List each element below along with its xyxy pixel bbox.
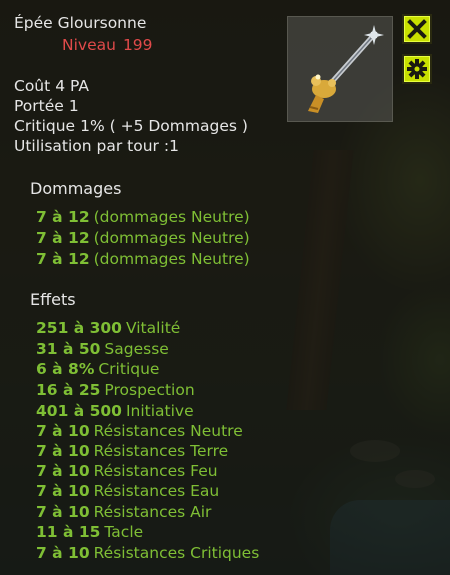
effects-section-title: Effets (30, 290, 76, 309)
damage-line: 7 à 12 (dommages Neutre) (36, 249, 250, 269)
effect-label: Sagesse (104, 340, 169, 358)
effect-value: 6 à 8% (36, 360, 95, 378)
effect-line: 251 à 300 Vitalité (36, 318, 180, 338)
effect-value: 11 à 15 (36, 523, 101, 541)
close-button[interactable] (402, 14, 432, 44)
effect-label: Critique (98, 360, 160, 378)
critical-label: Critique (14, 117, 76, 135)
item-stats: Coût 4 PA Portée 1 Critique 1% ( +5 Dommage… (14, 76, 248, 156)
item-image-box (287, 16, 393, 122)
effect-line: 7 à 10 Résistances Terre (36, 441, 228, 461)
uses-label: Utilisation par tour : (14, 137, 170, 155)
item-name: Épée Gloursonne (14, 14, 147, 32)
level-value: 199 (122, 36, 153, 54)
damage-label: (dommages Neutre) (93, 229, 250, 247)
damage-line: 7 à 12 (dommages Neutre) (36, 228, 250, 248)
effect-line: 11 à 15 Tacle (36, 522, 143, 542)
sword-icon (308, 25, 384, 113)
effect-label: Prospection (104, 381, 195, 399)
gear-icon (407, 59, 427, 79)
cost-value: 4 PA (55, 77, 89, 95)
range-value: 1 (68, 97, 79, 115)
damage-label: (dommages Neutre) (93, 250, 250, 268)
range-row: Portée 1 (14, 96, 248, 116)
effect-line: 7 à 10 Résistances Critiques (36, 543, 259, 563)
uses-value: 1 (169, 137, 179, 155)
effect-line: 7 à 10 Résistances Neutre (36, 421, 243, 441)
item-tooltip-window: Épée Gloursonne Niveau 199 Coût 4 PA Por… (0, 0, 450, 575)
close-icon (407, 19, 427, 39)
effect-label: Résistances Terre (93, 442, 229, 460)
effect-line: 31 à 50 Sagesse (36, 339, 169, 359)
effect-label: Résistances Air (93, 503, 212, 521)
effect-value: 7 à 10 (36, 503, 90, 521)
cost-label: Coût (14, 77, 51, 95)
effect-label: Résistances Neutre (93, 422, 243, 440)
effect-label: Initiative (125, 402, 194, 420)
effect-value: 7 à 10 (36, 482, 90, 500)
effect-line: 7 à 10 Résistances Feu (36, 461, 218, 481)
effect-value: 31 à 50 (36, 340, 101, 358)
uses-per-turn-row: Utilisation par tour :1 (14, 136, 248, 156)
damage-value: 7 à 12 (36, 229, 90, 247)
range-label: Portée (14, 97, 64, 115)
effect-value: 16 à 25 (36, 381, 101, 399)
effect-value: 7 à 10 (36, 462, 90, 480)
effect-value: 401 à 500 (36, 402, 122, 420)
level-label: Niveau (62, 36, 116, 54)
effect-label: Tacle (104, 523, 144, 541)
cost-row: Coût 4 PA (14, 76, 248, 96)
effect-line: 401 à 500 Initiative (36, 401, 194, 421)
damage-value: 7 à 12 (36, 250, 90, 268)
damage-value: 7 à 12 (36, 208, 90, 226)
effect-value: 251 à 300 (36, 319, 122, 337)
damage-line: 7 à 12 (dommages Neutre) (36, 207, 250, 227)
effect-label: Vitalité (125, 319, 181, 337)
critical-row: Critique 1% ( +5 Dommages ) (14, 116, 248, 136)
effect-line: 7 à 10 Résistances Eau (36, 481, 219, 501)
effect-label: Résistances Critiques (93, 544, 260, 562)
effect-value: 7 à 10 (36, 544, 90, 562)
item-level: Niveau 199 (62, 35, 153, 55)
effect-line: 16 à 25 Prospection (36, 380, 195, 400)
effect-value: 7 à 10 (36, 422, 90, 440)
effect-line: 6 à 8% Critique (36, 359, 159, 379)
effect-line: 7 à 10 Résistances Air (36, 502, 211, 522)
effect-value: 7 à 10 (36, 442, 90, 460)
effect-label: Résistances Eau (93, 482, 220, 500)
damage-label: (dommages Neutre) (93, 208, 250, 226)
effect-label: Résistances Feu (93, 462, 218, 480)
settings-button[interactable] (402, 54, 432, 84)
damage-section-title: Dommages (30, 179, 122, 198)
critical-value: 1% ( +5 Dommages ) (80, 117, 248, 135)
